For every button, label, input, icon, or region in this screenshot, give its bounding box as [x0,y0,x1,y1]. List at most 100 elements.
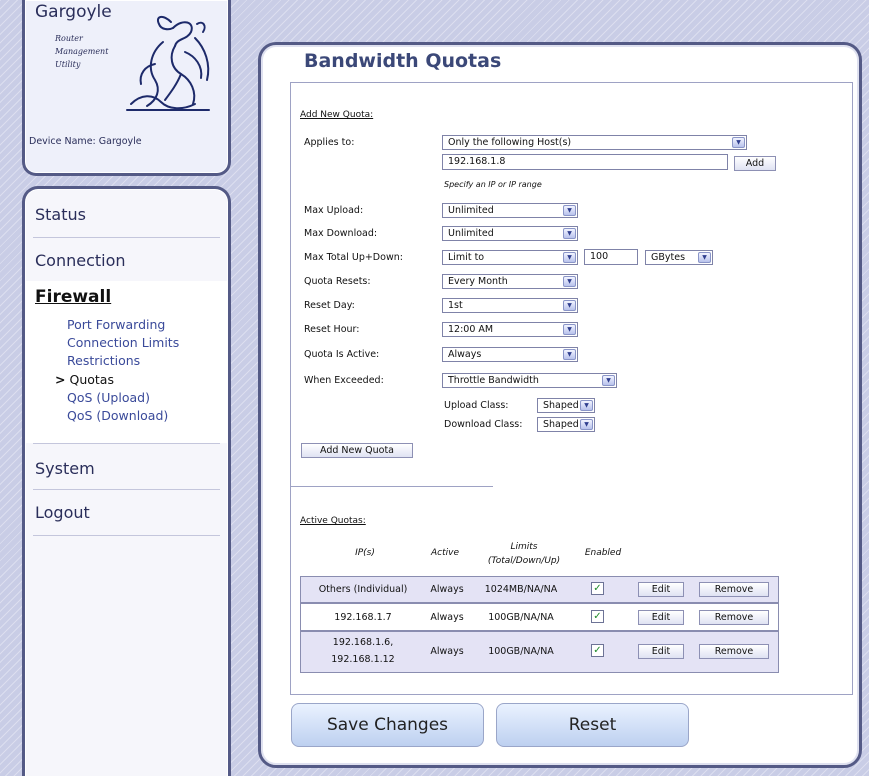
nav-connection-limits[interactable]: Connection Limits [67,335,179,350]
nav-qos-download[interactable]: QoS (Download) [67,408,168,423]
max-download-select[interactable]: Unlimited ▼ [442,226,578,241]
nav-divider [33,489,220,490]
download-class-select[interactable]: Shaped ▼ [537,417,595,432]
edit-button[interactable]: Edit [638,644,684,659]
chevron-down-icon: ▼ [602,375,615,386]
active-quotas-section-title: Active Quotas: [300,516,366,526]
app-subtitle-router: Router [55,34,83,43]
max-total-label: Max Total Up+Down: [304,252,403,263]
row-active: Always [430,646,464,657]
nav-divider [33,443,220,444]
reset-hour-label: Reset Hour: [304,324,360,335]
applies-to-value: Only the following Host(s) [448,137,572,148]
nav-port-forwarding[interactable]: Port Forwarding [67,317,165,332]
nav-connection[interactable]: Connection [35,251,126,270]
col-header-active: Active [431,548,459,558]
nav-system[interactable]: System [35,459,95,478]
row-ip: Others (Individual) [318,584,408,595]
reset-button[interactable]: Reset [496,703,689,747]
active-marker-icon: > [55,372,66,387]
max-download-label: Max Download: [304,228,378,239]
add-new-quota-button[interactable]: Add New Quota [301,443,413,458]
chevron-down-icon: ▼ [563,205,576,216]
table-row: 192.168.1.6, 192.168.1.12 Always 100GB/N… [300,631,779,673]
quota-resets-value: Every Month [448,276,508,287]
gargoyle-icon [126,16,210,111]
table-row: Others (Individual) Always 1024MB/NA/NA … [300,576,779,603]
nav-firewall[interactable]: Firewall [35,287,111,307]
chevron-down-icon: ▼ [563,349,576,360]
edit-button[interactable]: Edit [638,582,684,597]
reset-day-select[interactable]: 1st ▼ [442,298,578,313]
max-upload-select[interactable]: Unlimited ▼ [442,203,578,218]
chevron-down-icon: ▼ [563,300,576,311]
app-subtitle-utility: Utility [55,60,81,69]
edit-button[interactable]: Edit [638,610,684,625]
download-class-value: Shaped [543,419,579,430]
when-exceeded-select[interactable]: Throttle Bandwidth ▼ [442,373,617,388]
table-row: 192.168.1.7 Always 100GB/NA/NA ✓ Edit Re… [300,603,779,631]
max-total-amount-input[interactable]: 100 [584,249,638,265]
nav-logout[interactable]: Logout [35,503,90,522]
nav-divider [33,535,220,536]
upload-class-select[interactable]: Shaped ▼ [537,398,595,413]
row-limits: 100GB/NA/NA [488,646,554,657]
max-total-unit-value: GBytes [651,252,686,263]
chevron-down-icon: ▼ [698,252,711,263]
page-title: Bandwidth Quotas [300,50,506,72]
enabled-checkbox[interactable]: ✓ [591,644,604,657]
sidebar-nav: Status Connection Firewall Port Forwardi… [22,186,231,776]
chevron-down-icon: ▼ [563,252,576,263]
nav-status[interactable]: Status [35,205,86,224]
section-divider [290,486,493,487]
quota-active-label: Quota Is Active: [304,349,380,360]
reset-hour-select[interactable]: 12:00 AM ▼ [442,322,578,337]
col-header-ips: IP(s) [355,548,375,558]
remove-button[interactable]: Remove [699,582,769,597]
chevron-down-icon: ▼ [563,276,576,287]
save-changes-button[interactable]: Save Changes [291,703,484,747]
row-limits: 1024MB/NA/NA [484,584,558,595]
row-active: Always [430,612,464,623]
add-host-button[interactable]: Add [734,156,776,171]
max-total-unit-select[interactable]: GBytes ▼ [645,250,713,265]
applies-to-select[interactable]: Only the following Host(s) ▼ [442,135,747,150]
max-total-select[interactable]: Limit to ▼ [442,250,578,265]
chevron-down-icon: ▼ [580,419,593,430]
applies-to-label: Applies to: [304,137,355,148]
device-name-label: Device Name: Gargoyle [29,136,142,147]
col-header-limits: Limits [510,542,538,552]
logo-panel: Gargoyle Router Management Utility Devic… [22,0,231,176]
max-upload-value: Unlimited [448,205,494,216]
nav-qos-upload[interactable]: QoS (Upload) [67,390,150,405]
reset-day-label: Reset Day: [304,300,355,311]
max-upload-label: Max Upload: [304,205,364,216]
row-limits: 100GB/NA/NA [488,612,554,623]
col-header-limits-sub: (Total/Down/Up) [487,556,561,566]
nav-quotas[interactable]: > Quotas [55,372,114,387]
quota-active-select[interactable]: Always ▼ [442,347,578,362]
remove-button[interactable]: Remove [699,644,769,659]
enabled-checkbox[interactable]: ✓ [591,582,604,595]
reset-day-value: 1st [448,300,463,311]
row-active: Always [430,584,464,595]
host-ip-input[interactable]: 192.168.1.8 [442,154,728,170]
enabled-checkbox[interactable]: ✓ [591,610,604,623]
row-ip-line2: 192.168.1.12 [331,654,395,665]
nav-divider [33,237,220,238]
quota-resets-select[interactable]: Every Month ▼ [442,274,578,289]
max-download-value: Unlimited [448,228,494,239]
row-ip: 192.168.1.7 [334,612,392,623]
row-ip: 192.168.1.6, [332,637,394,648]
download-class-label: Download Class: [444,419,523,430]
upload-class-label: Upload Class: [444,400,509,411]
app-subtitle-management: Management [55,47,109,56]
when-exceeded-value: Throttle Bandwidth [448,375,539,386]
chevron-down-icon: ▼ [563,228,576,239]
remove-button[interactable]: Remove [699,610,769,625]
nav-restrictions[interactable]: Restrictions [67,353,140,368]
add-quota-section-title: Add New Quota: [300,110,374,120]
nav-quotas-label: Quotas [69,372,114,387]
reset-hour-value: 12:00 AM [448,324,494,335]
max-total-value: Limit to [448,252,485,263]
